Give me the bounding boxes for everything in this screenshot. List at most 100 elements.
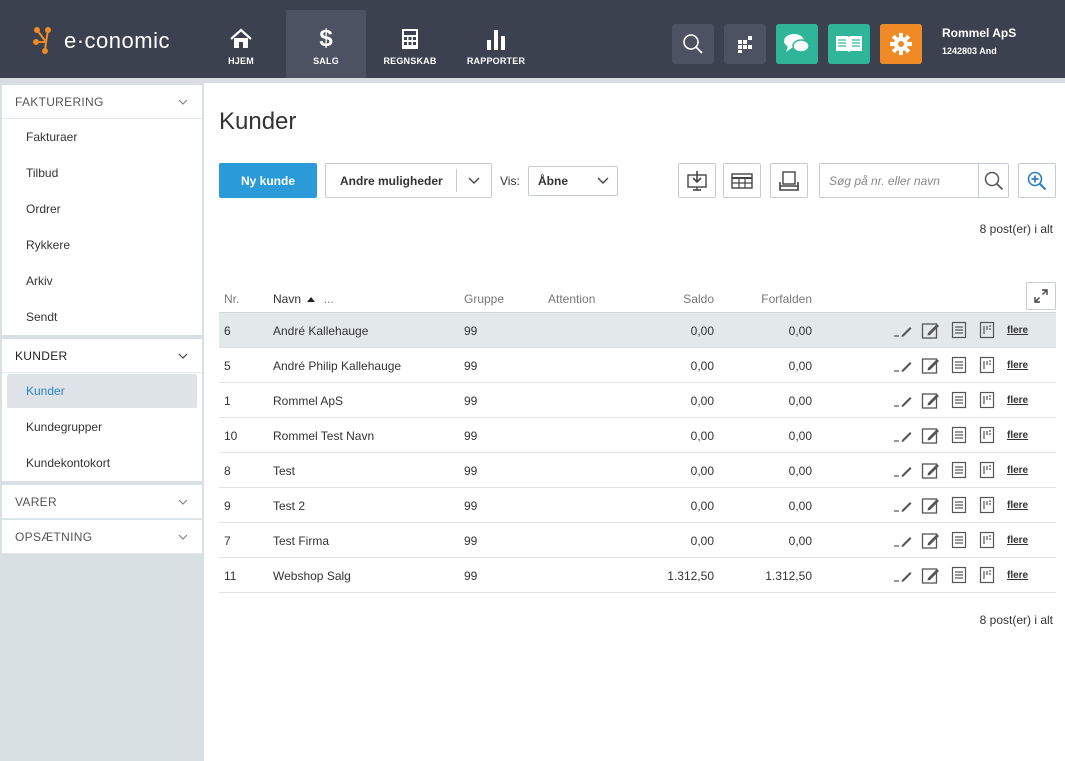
document-icon[interactable]	[977, 461, 997, 479]
cell-nr: 9	[224, 499, 231, 513]
more-link[interactable]: flere	[1007, 430, 1028, 441]
edit-icon[interactable]	[893, 391, 913, 409]
settings-button[interactable]	[880, 24, 922, 64]
sidebar-item-kundegrupper[interactable]: Kundegrupper	[2, 409, 202, 445]
cell-navn[interactable]: Test 2	[273, 499, 305, 513]
edit-note-icon[interactable]	[921, 321, 941, 339]
sidebar-item-arkiv[interactable]: Arkiv	[2, 263, 202, 299]
table-row[interactable]: 8 Test 99 0,00 0,00 flere	[219, 453, 1056, 488]
list-icon[interactable]	[949, 566, 969, 584]
column-header-attention[interactable]: Attention	[548, 292, 595, 306]
table-row[interactable]: 7 Test Firma 99 0,00 0,00 flere	[219, 523, 1056, 558]
column-header-navn-more[interactable]: ...	[324, 292, 334, 306]
cell-navn[interactable]: Test Firma	[273, 534, 329, 548]
edit-note-icon[interactable]	[921, 391, 941, 409]
search-submit-button[interactable]	[979, 164, 1008, 197]
chat-button[interactable]	[776, 24, 818, 64]
edit-icon[interactable]	[893, 496, 913, 514]
sidebar-header-opsaetning[interactable]: OPSÆTNING	[2, 520, 202, 554]
more-options-toggle[interactable]	[457, 177, 491, 185]
document-icon[interactable]	[977, 566, 997, 584]
table-row[interactable]: 10 Rommel Test Navn 99 0,00 0,00 flere	[219, 418, 1056, 453]
list-icon[interactable]	[949, 531, 969, 549]
list-icon[interactable]	[949, 391, 969, 409]
nav-item-regnskab[interactable]: REGNSKAB	[381, 10, 439, 78]
edit-note-icon[interactable]	[921, 531, 941, 549]
edit-icon[interactable]	[893, 461, 913, 479]
cell-navn[interactable]: André Kallehauge	[273, 324, 368, 338]
more-link[interactable]: flere	[1007, 360, 1028, 371]
more-link[interactable]: flere	[1007, 465, 1028, 476]
column-header-saldo[interactable]: Saldo	[659, 292, 714, 306]
document-icon[interactable]	[977, 531, 997, 549]
document-icon[interactable]	[977, 391, 997, 409]
column-header-navn[interactable]: Navn ...	[273, 292, 334, 306]
nav-item-salg[interactable]: $ SALG	[286, 10, 366, 78]
sidebar-header-varer[interactable]: VARER	[2, 485, 202, 519]
list-icon[interactable]	[949, 426, 969, 444]
economic-logo[interactable]: e·conomic	[32, 25, 170, 57]
document-icon[interactable]	[977, 356, 997, 374]
table-row[interactable]: 11 Webshop Salg 99 1.312,50 1.312,50 flere	[219, 558, 1056, 593]
cell-navn[interactable]: Test	[273, 464, 295, 478]
list-icon[interactable]	[949, 461, 969, 479]
column-header-gruppe[interactable]: Gruppe	[464, 292, 504, 306]
vis-filter-select[interactable]: Åbne	[528, 166, 618, 196]
list-icon[interactable]	[949, 356, 969, 374]
table-row[interactable]: 6 André Kallehauge 99 0,00 0,00 flere	[219, 313, 1056, 348]
edit-note-icon[interactable]	[921, 566, 941, 584]
more-link[interactable]: flere	[1007, 395, 1028, 406]
more-link[interactable]: flere	[1007, 570, 1028, 581]
edit-note-icon[interactable]	[921, 426, 941, 444]
more-link[interactable]: flere	[1007, 500, 1028, 511]
table-row[interactable]: 9 Test 2 99 0,00 0,00 flere	[219, 488, 1056, 523]
edit-icon[interactable]	[893, 321, 913, 339]
sidebar-item-sendt[interactable]: Sendt	[2, 299, 202, 335]
export-button[interactable]	[678, 163, 716, 198]
cell-navn[interactable]: Rommel Test Navn	[273, 429, 374, 443]
table-row[interactable]: 1 Rommel ApS 99 0,00 0,00 flere	[219, 383, 1056, 418]
sidebar-header-fakturering[interactable]: FAKTURERING	[2, 85, 202, 119]
sidebar-item-ordrer[interactable]: Ordrer	[2, 191, 202, 227]
edit-icon[interactable]	[893, 356, 913, 374]
sidebar-item-kundekontokort[interactable]: Kundekontokort	[2, 445, 202, 481]
list-icon[interactable]	[949, 496, 969, 514]
cell-navn[interactable]: André Philip Kallehauge	[273, 359, 401, 373]
cell-navn[interactable]: Webshop Salg	[273, 569, 351, 583]
cell-navn[interactable]: Rommel ApS	[273, 394, 343, 408]
sidebar-item-tilbud[interactable]: Tilbud	[2, 155, 202, 191]
document-icon[interactable]	[977, 496, 997, 514]
table-view-button[interactable]	[723, 163, 761, 198]
edit-note-icon[interactable]	[921, 496, 941, 514]
sidebar-item-fakturaer[interactable]: Fakturaer	[2, 119, 202, 155]
apps-button[interactable]	[724, 24, 766, 64]
table-row[interactable]: 5 André Philip Kallehauge 99 0,00 0,00 flere	[219, 348, 1056, 383]
edit-icon[interactable]	[893, 566, 913, 584]
expand-table-button[interactable]	[1026, 282, 1056, 310]
more-options-dropdown[interactable]: Andre muligheder	[325, 163, 492, 198]
edit-note-icon[interactable]	[921, 461, 941, 479]
sidebar-header-kunder[interactable]: KUNDER	[2, 339, 202, 373]
edit-note-icon[interactable]	[921, 356, 941, 374]
more-link[interactable]: flere	[1007, 535, 1028, 546]
edit-icon[interactable]	[893, 531, 913, 549]
help-book-button[interactable]	[828, 24, 870, 64]
search-input[interactable]	[820, 164, 978, 197]
document-icon[interactable]	[977, 321, 997, 339]
sidebar-item-kunder[interactable]: Kunder	[7, 374, 197, 408]
print-button[interactable]	[770, 163, 808, 198]
sidebar-item-rykkere[interactable]: Rykkere	[2, 227, 202, 263]
nav-item-hjem[interactable]: HJEM	[216, 10, 266, 78]
advanced-search-button[interactable]	[1018, 163, 1056, 198]
search-button[interactable]	[672, 24, 714, 64]
nav-item-rapporter[interactable]: RAPPORTER	[464, 10, 528, 78]
company-info[interactable]: Rommel ApS 1242803 And	[942, 26, 1016, 56]
list-icon[interactable]	[949, 321, 969, 339]
edit-icon[interactable]	[893, 426, 913, 444]
column-header-forfalden[interactable]: Forfalden	[739, 292, 812, 306]
column-header-nr[interactable]: Nr.	[224, 292, 239, 306]
column-header-navn-label: Navn	[273, 292, 302, 306]
document-icon[interactable]	[977, 426, 997, 444]
new-customer-button[interactable]: Ny kunde	[219, 163, 317, 198]
more-link[interactable]: flere	[1007, 325, 1028, 336]
